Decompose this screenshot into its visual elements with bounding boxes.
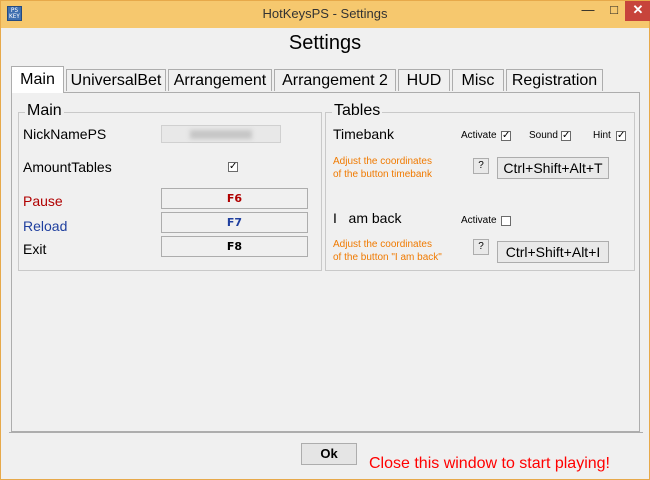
reload-hotkey-field[interactable]: F7 (161, 212, 308, 233)
tab-misc[interactable]: Misc (452, 69, 504, 91)
checkmark-icon: ✓ (617, 130, 626, 141)
timebank-hotkey-button[interactable]: Ctrl+Shift+Alt+T (497, 157, 609, 179)
sound-label: Sound (529, 130, 558, 141)
iamback-activate-checkbox[interactable] (501, 216, 511, 226)
checkmark-icon: ✓ (562, 130, 571, 141)
tab-hud[interactable]: HUD (398, 69, 450, 91)
ok-button[interactable]: Ok (301, 443, 357, 465)
activate-checkbox[interactable]: ✓ (501, 131, 511, 141)
timebank-label: Timebank (333, 126, 394, 142)
sound-checkbox[interactable]: ✓ (561, 131, 571, 141)
iamback-activate-label: Activate (461, 215, 497, 226)
iamback-hotkey-button[interactable]: Ctrl+Shift+Alt+I (497, 241, 609, 263)
page-title: Settings (288, 32, 362, 54)
iamback-adjust-text: Adjust the coordinates of the button "I … (333, 239, 442, 263)
timebank-help-button[interactable]: ? (473, 158, 489, 174)
exit-label: Exit (23, 241, 47, 257)
maximize-button[interactable]: □ (601, 1, 627, 21)
nickname-field[interactable] (161, 125, 281, 143)
footer-divider (9, 432, 643, 433)
pause-label: Pause (23, 193, 63, 209)
tab-main[interactable]: Main (11, 66, 64, 93)
iamback-help-button[interactable]: ? (473, 239, 489, 255)
checkmark-icon: ✓ (502, 130, 511, 141)
reload-label: Reload (23, 218, 68, 234)
tab-registration[interactable]: Registration (506, 69, 603, 91)
tab-universalbet[interactable]: UniversalBet (66, 69, 166, 91)
activate-label: Activate (461, 130, 497, 141)
pause-hotkey-field[interactable]: F6 (161, 188, 308, 209)
checkmark-icon: ✓ (229, 161, 238, 172)
hint-label: Hint (593, 130, 611, 141)
main-group-title: Main (25, 102, 64, 120)
blurred-nickname-value (190, 130, 252, 139)
close-button[interactable]: ✕ (625, 1, 650, 21)
iamback-label: I am back (333, 210, 402, 226)
exit-hotkey-field[interactable]: F8 (161, 236, 308, 257)
tables-group-title: Tables (332, 102, 383, 120)
amount-tables-label: AmountTables (23, 159, 112, 175)
title-bar[interactable]: PS KEY HotKeysPS - Settings — □ ✕ (1, 1, 650, 28)
tab-arrangement[interactable]: Arrangement (168, 69, 272, 91)
hint-checkbox[interactable]: ✓ (616, 131, 626, 141)
tab-arrangement-2[interactable]: Arrangement 2 (274, 69, 396, 91)
window-title: HotKeysPS - Settings (262, 6, 388, 21)
footer-message: Close this window to start playing! (369, 455, 610, 472)
settings-window: PS KEY HotKeysPS - Settings — □ ✕ Settin… (0, 0, 650, 480)
nickname-label: NickNamePS (23, 126, 107, 142)
minimize-button[interactable]: — (575, 1, 601, 21)
amount-tables-checkbox[interactable]: ✓ (228, 162, 238, 172)
timebank-adjust-text: Adjust the coordinates of the button tim… (333, 156, 432, 180)
